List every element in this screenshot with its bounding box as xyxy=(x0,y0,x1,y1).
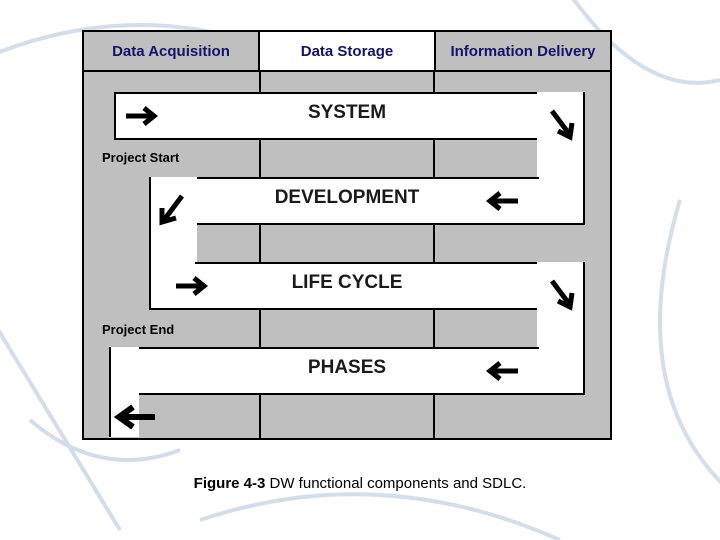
label-project-end: Project End xyxy=(102,322,174,337)
header-information-delivery: Information Delivery xyxy=(436,32,610,70)
column-headers: Data Acquisition Data Storage Informatio… xyxy=(82,30,612,70)
arrow-down-right-icon xyxy=(546,277,578,317)
arrow-left-icon xyxy=(480,357,520,385)
arrow-down-left-icon xyxy=(156,192,188,232)
figure-ref: Figure 4-3 xyxy=(194,475,266,492)
header-data-acquisition: Data Acquisition xyxy=(84,32,260,70)
figure-caption: Figure 4-3 DW functional components and … xyxy=(0,475,720,492)
figure-container: Data Acquisition Data Storage Informatio… xyxy=(82,30,612,440)
arrow-down-right-icon xyxy=(546,107,578,147)
phase-label-lifecycle: LIFE CYCLE xyxy=(84,272,610,294)
arrow-left-solid-icon xyxy=(109,402,157,434)
phase-label-phases: PHASES xyxy=(84,357,610,379)
arrow-right-icon xyxy=(124,102,164,130)
arrow-right-icon xyxy=(174,272,214,300)
diagram-body: SYSTEM DEVELOPMENT LIFE CYCLE PHASES Pro… xyxy=(82,70,612,440)
figure-caption-text: DW functional components and SDLC. xyxy=(265,475,526,492)
arrow-left-icon xyxy=(480,187,520,215)
label-project-start: Project Start xyxy=(102,150,179,165)
header-data-storage: Data Storage xyxy=(260,32,436,70)
